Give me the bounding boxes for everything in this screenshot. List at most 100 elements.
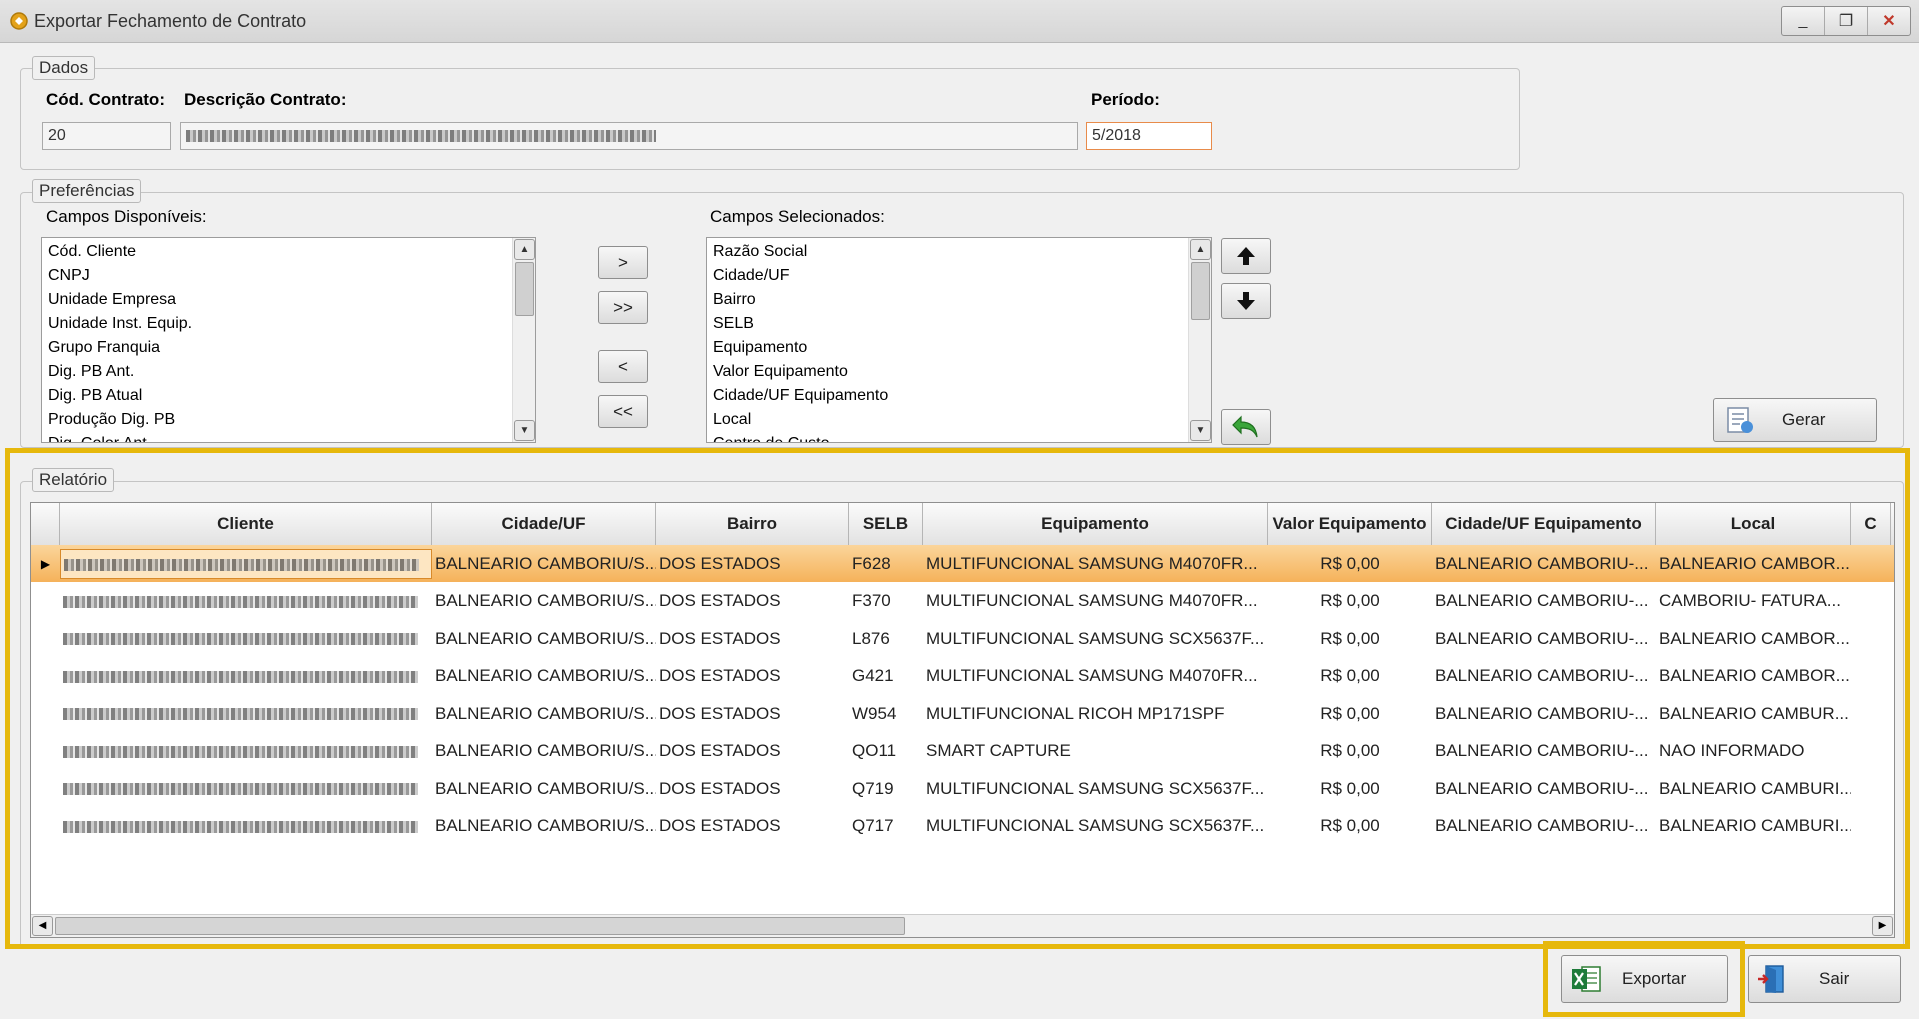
table-cell[interactable]: BALNEARIO CAMBORIU-... [1432,741,1656,761]
table-cell[interactable]: BALNEARIO CAMBORIU/S... [432,779,656,799]
table-cell[interactable]: R$ 0,00 [1268,741,1432,761]
periodo-field[interactable]: 5/2018 [1086,122,1212,150]
remove-field-button[interactable]: < [598,350,648,383]
table-cell[interactable]: W954 [849,704,923,724]
scroll-right-icon[interactable]: ▶ [1872,916,1893,936]
table-cell[interactable] [60,779,432,799]
list-item[interactable]: Unidade Inst. Equip. [42,312,535,336]
table-cell[interactable]: DOS ESTADOS [656,816,849,836]
table-cell[interactable]: R$ 0,00 [1268,591,1432,611]
cod-contrato-field[interactable]: 20 [42,122,171,150]
remove-all-fields-button[interactable]: << [598,395,648,428]
table-cell[interactable] [60,704,432,724]
table-cell[interactable]: BALNEARIO CAMBORIU-... [1432,666,1656,686]
table-cell[interactable]: DOS ESTADOS [656,591,849,611]
table-row[interactable]: BALNEARIO CAMBORIU/S... DOS ESTADOS G421 MU… [31,658,1894,695]
list-item[interactable]: Grupo Franquia [42,336,535,360]
table-row[interactable]: BALNEARIO CAMBORIU/S... DOS ESTADOS Q719 MU… [31,770,1894,807]
minimize-button[interactable]: _ [1782,7,1825,35]
scroll-left-icon[interactable]: ◀ [32,916,53,936]
table-cell[interactable]: BALNEARIO CAMBUR... [1656,704,1851,724]
column-header[interactable]: Local [1656,503,1851,545]
scroll-thumb[interactable] [1191,262,1210,320]
table-cell[interactable]: F370 [849,591,923,611]
table-cell[interactable]: QO11 [849,741,923,761]
table-cell[interactable]: BALNEARIO CAMBURI... [1656,779,1851,799]
table-cell[interactable]: L876 [849,629,923,649]
table-cell[interactable]: BALNEARIO CAMBORIU/S... [432,629,656,649]
table-cell[interactable]: BALNEARIO CAMBORIU-... [1432,629,1656,649]
table-row[interactable]: BALNEARIO CAMBORIU/S... DOS ESTADOS QO11 SM… [31,733,1894,770]
table-cell[interactable]: Q719 [849,779,923,799]
table-cell[interactable]: SMART CAPTURE [923,741,1268,761]
column-header[interactable]: C [1851,503,1891,545]
list-item[interactable]: Produção Dig. PB [42,408,535,432]
list-item[interactable]: Razão Social [707,240,1211,264]
table-cell[interactable]: R$ 0,00 [1268,629,1432,649]
column-header[interactable]: Cidade/UF Equipamento [1432,503,1656,545]
table-cell[interactable]: BALNEARIO CAMBOR... [1656,629,1851,649]
table-cell[interactable]: BALNEARIO CAMBORIU/S... [432,816,656,836]
list-item[interactable]: CNPJ [42,264,535,288]
table-cell[interactable]: BALNEARIO CAMBORIU/S... [432,704,656,724]
move-down-button[interactable] [1221,283,1271,319]
table-cell[interactable]: BALNEARIO CAMBORIU-... [1432,591,1656,611]
list-item[interactable]: Dig. PB Ant. [42,360,535,384]
scroll-up-icon[interactable]: ▲ [1190,239,1211,260]
scroll-down-icon[interactable]: ▼ [514,420,535,441]
table-cell[interactable] [60,548,432,579]
table-cell[interactable]: BALNEARIO CAMBORIU-... [1432,554,1656,574]
table-cell[interactable]: G421 [849,666,923,686]
table-cell[interactable]: DOS ESTADOS [656,704,849,724]
table-cell[interactable]: MULTIFUNCIONAL SAMSUNG SCX5637F... [923,779,1268,799]
list-item[interactable]: Unidade Empresa [42,288,535,312]
table-cell[interactable]: BALNEARIO CAMBORIU-... [1432,816,1656,836]
add-field-button[interactable]: > [598,246,648,279]
table-cell[interactable]: DOS ESTADOS [656,629,849,649]
table-cell[interactable]: BALNEARIO CAMBOR... [1656,666,1851,686]
table-cell[interactable]: DOS ESTADOS [656,554,849,574]
table-cell[interactable]: R$ 0,00 [1268,816,1432,836]
table-cell[interactable]: BALNEARIO CAMBOR... [1656,554,1851,574]
scroll-down-icon[interactable]: ▼ [1190,420,1211,441]
list-item[interactable]: Dig. PB Atual [42,384,535,408]
table-cell[interactable] [60,666,432,686]
list-item[interactable]: Cidade/UF [707,264,1211,288]
column-header[interactable]: SELB [849,503,923,545]
move-up-button[interactable] [1221,238,1271,274]
list-item[interactable]: Cidade/UF Equipamento [707,384,1211,408]
vertical-scrollbar[interactable]: ▲ ▼ [1188,238,1211,442]
list-item[interactable]: Bairro [707,288,1211,312]
column-header[interactable]: Cliente [60,503,432,545]
table-cell[interactable]: BALNEARIO CAMBORIU/S... [432,666,656,686]
table-cell[interactable]: R$ 0,00 [1268,554,1432,574]
table-cell[interactable]: BALNEARIO CAMBORIU-... [1432,779,1656,799]
table-cell[interactable]: R$ 0,00 [1268,779,1432,799]
campos-disponiveis-list[interactable]: Cód. Cliente CNPJ Unidade Empresa Unidade I… [41,237,536,443]
table-cell[interactable]: DOS ESTADOS [656,666,849,686]
list-item[interactable]: Dig. Color Ant. [42,432,535,442]
scroll-thumb[interactable] [55,917,905,935]
table-cell[interactable]: DOS ESTADOS [656,779,849,799]
table-cell[interactable]: MULTIFUNCIONAL SAMSUNG SCX5637F... [923,629,1268,649]
column-header[interactable]: Bairro [656,503,849,545]
scroll-thumb[interactable] [515,262,534,316]
table-cell[interactable]: BALNEARIO CAMBORIU/S... [432,591,656,611]
table-row[interactable]: BALNEARIO CAMBORIU/S... DOS ESTADOS L876 MU… [31,620,1894,657]
list-item[interactable]: Valor Equipamento [707,360,1211,384]
list-item[interactable]: Centro de Custo [707,432,1211,442]
table-cell[interactable]: BALNEARIO CAMBORIU-... [1432,704,1656,724]
gerar-button[interactable]: Gerar [1713,398,1877,442]
list-item[interactable]: Cód. Cliente [42,240,535,264]
table-cell[interactable]: MULTIFUNCIONAL RICOH MP171SPF [923,704,1268,724]
exportar-button[interactable]: Exportar [1561,955,1728,1003]
scroll-up-icon[interactable]: ▲ [514,239,535,260]
table-cell[interactable] [60,741,432,761]
relatorio-grid[interactable]: Cliente Cidade/UF Bairro SELB Equipamento Val… [30,502,1895,938]
table-cell[interactable]: BALNEARIO CAMBORIU/S... [432,554,656,574]
table-cell[interactable] [60,591,432,611]
table-cell[interactable]: Q717 [849,816,923,836]
table-cell[interactable]: NAO INFORMADO [1656,741,1851,761]
table-row[interactable]: BALNEARIO CAMBORIU/S... DOS ESTADOS Q717 MU… [31,808,1894,845]
table-cell[interactable]: MULTIFUNCIONAL SAMSUNG M4070FR... [923,554,1268,574]
